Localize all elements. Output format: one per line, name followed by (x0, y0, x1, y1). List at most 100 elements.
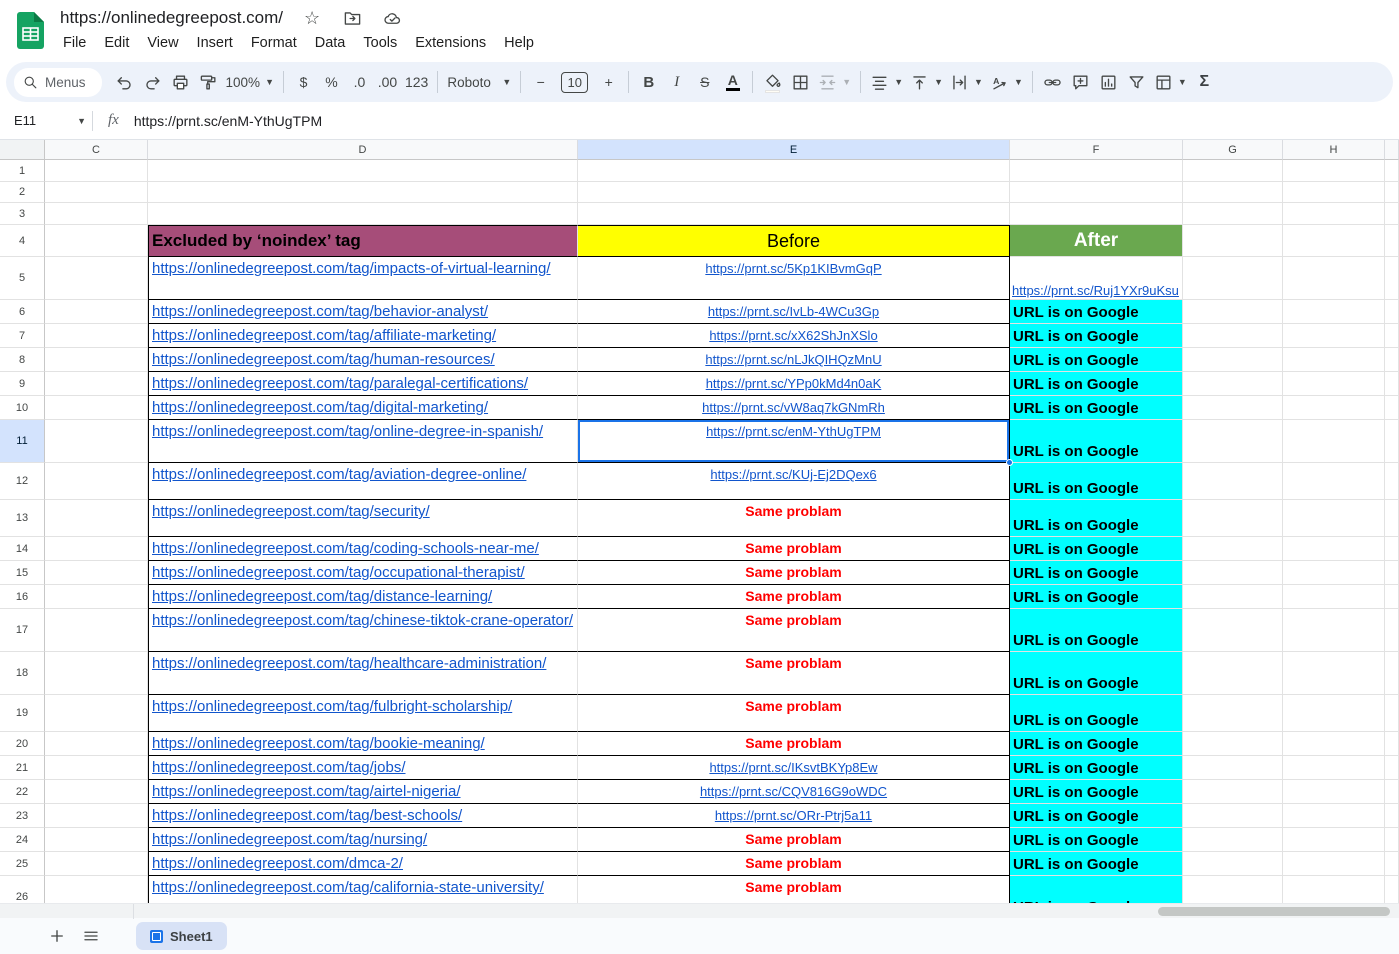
cell-link[interactable]: https://onlinedegreepost.com/tag/fulbrig… (152, 698, 512, 715)
cell-E15[interactable]: Same problam (578, 561, 1010, 585)
cell-C14[interactable] (45, 537, 148, 561)
cell-C23[interactable] (45, 804, 148, 828)
cell-E14[interactable]: Same problam (578, 537, 1010, 561)
menu-data[interactable]: Data (306, 32, 355, 54)
column-header-C[interactable]: C (45, 140, 148, 160)
cell-E22[interactable]: https://prnt.sc/CQV816G9oWDC (578, 780, 1010, 804)
cell-I8[interactable] (1385, 348, 1399, 372)
format-percent-button[interactable]: % (318, 68, 345, 96)
fill-color-button[interactable] (759, 68, 786, 96)
row-header-26[interactable]: 26 (0, 876, 45, 903)
row-header-16[interactable]: 16 (0, 585, 45, 609)
cell-link[interactable]: https://onlinedegreepost.com/dmca-2/ (152, 855, 403, 872)
cell-link[interactable]: https://prnt.sc/ORr-Ptrj5a11 (715, 808, 872, 823)
text-wrap-button[interactable]: ▼ (947, 68, 986, 96)
horizontal-align-button[interactable]: ▼ (867, 68, 906, 96)
row-header-4[interactable]: 4 (0, 225, 45, 257)
undo-button[interactable] (111, 68, 138, 96)
decrease-decimal-button[interactable]: .0 (346, 68, 373, 96)
cell-F25[interactable]: URL is on Google (1010, 852, 1183, 876)
sheet-tab-active[interactable]: Sheet1 (136, 922, 227, 950)
cell-F9[interactable]: URL is on Google (1010, 372, 1183, 396)
row-header-15[interactable]: 15 (0, 561, 45, 585)
cell-C12[interactable] (45, 463, 148, 500)
cell-H16[interactable] (1283, 585, 1385, 609)
cell-C25[interactable] (45, 852, 148, 876)
cell-G6[interactable] (1183, 300, 1283, 324)
cell-G8[interactable] (1183, 348, 1283, 372)
cell-G16[interactable] (1183, 585, 1283, 609)
cell-C1[interactable] (45, 160, 148, 182)
cell-G19[interactable] (1183, 695, 1283, 732)
row-header-21[interactable]: 21 (0, 756, 45, 780)
row-header-18[interactable]: 18 (0, 652, 45, 695)
row-header-2[interactable]: 2 (0, 182, 45, 203)
text-rotation-button[interactable]: A▼ (987, 68, 1026, 96)
row-header-1[interactable]: 1 (0, 160, 45, 182)
cell-D21[interactable]: https://onlinedegreepost.com/tag/jobs/ (148, 756, 578, 780)
cell-F7[interactable]: URL is on Google (1010, 324, 1183, 348)
cell-link[interactable]: https://onlinedegreepost.com/tag/airtel-… (152, 783, 461, 800)
cell-G1[interactable] (1183, 160, 1283, 182)
cell-D12[interactable]: https://onlinedegreepost.com/tag/aviatio… (148, 463, 578, 500)
cell-H4[interactable] (1283, 225, 1385, 257)
cell-D24[interactable]: https://onlinedegreepost.com/tag/nursing… (148, 828, 578, 852)
cell-C5[interactable] (45, 257, 148, 300)
format-currency-button[interactable]: $ (290, 68, 317, 96)
cell-link[interactable]: https://onlinedegreepost.com/tag/bookie-… (152, 735, 485, 752)
cell-H21[interactable] (1283, 756, 1385, 780)
select-all-corner[interactable] (0, 140, 45, 160)
cell-E3[interactable] (578, 203, 1010, 225)
cell-C13[interactable] (45, 500, 148, 537)
cell-I24[interactable] (1385, 828, 1399, 852)
cell-link[interactable]: https://prnt.sc/KUj-Ej2DQex6 (710, 467, 876, 482)
cell-link[interactable]: https://onlinedegreepost.com/tag/jobs/ (152, 759, 406, 776)
cell-H11[interactable] (1283, 420, 1385, 463)
cell-I20[interactable] (1385, 732, 1399, 756)
cell-I10[interactable] (1385, 396, 1399, 420)
cell-H10[interactable] (1283, 396, 1385, 420)
cell-E4[interactable]: Before (578, 225, 1010, 257)
cell-C20[interactable] (45, 732, 148, 756)
cell-I26[interactable] (1385, 876, 1399, 903)
menu-view[interactable]: View (138, 32, 187, 54)
cell-C8[interactable] (45, 348, 148, 372)
cell-I3[interactable] (1385, 203, 1399, 225)
row-header-9[interactable]: 9 (0, 372, 45, 396)
cell-link[interactable]: https://onlinedegreepost.com/tag/paraleg… (152, 375, 528, 392)
cell-link[interactable]: https://prnt.sc/enM-YthUgTPM (706, 424, 881, 439)
cell-H8[interactable] (1283, 348, 1385, 372)
cell-F16[interactable]: URL is on Google (1010, 585, 1183, 609)
cell-D15[interactable]: https://onlinedegreepost.com/tag/occupat… (148, 561, 578, 585)
column-header-F[interactable]: F (1010, 140, 1183, 160)
cell-C16[interactable] (45, 585, 148, 609)
cell-H14[interactable] (1283, 537, 1385, 561)
cell-F11[interactable]: URL is on Google (1010, 420, 1183, 463)
cell-E20[interactable]: Same problam (578, 732, 1010, 756)
cell-G10[interactable] (1183, 396, 1283, 420)
cell-F15[interactable]: URL is on Google (1010, 561, 1183, 585)
cell-F1[interactable] (1010, 160, 1183, 182)
cell-F23[interactable]: URL is on Google (1010, 804, 1183, 828)
cell-H19[interactable] (1283, 695, 1385, 732)
italic-button[interactable]: I (663, 68, 690, 96)
menu-tools[interactable]: Tools (354, 32, 406, 54)
cell-F22[interactable]: URL is on Google (1010, 780, 1183, 804)
cell-E13[interactable]: Same problam (578, 500, 1010, 537)
cell-D14[interactable]: https://onlinedegreepost.com/tag/coding-… (148, 537, 578, 561)
document-title[interactable]: https://onlinedegreepost.com/ (60, 8, 283, 28)
cell-I21[interactable] (1385, 756, 1399, 780)
row-header-11[interactable]: 11 (0, 420, 45, 463)
cell-H7[interactable] (1283, 324, 1385, 348)
cell-I14[interactable] (1385, 537, 1399, 561)
cell-C10[interactable] (45, 396, 148, 420)
cell-I6[interactable] (1385, 300, 1399, 324)
vertical-align-button[interactable]: ▼ (907, 68, 946, 96)
cloud-saved-icon[interactable] (381, 7, 403, 29)
cell-I16[interactable] (1385, 585, 1399, 609)
cell-C21[interactable] (45, 756, 148, 780)
cell-link[interactable]: https://prnt.sc/nLJkQIHQzMnU (705, 352, 881, 367)
cell-I4[interactable] (1385, 225, 1399, 257)
cell-D7[interactable]: https://onlinedegreepost.com/tag/affilia… (148, 324, 578, 348)
cell-link[interactable]: https://prnt.sc/YPp0kMd4n0aK (706, 376, 882, 391)
